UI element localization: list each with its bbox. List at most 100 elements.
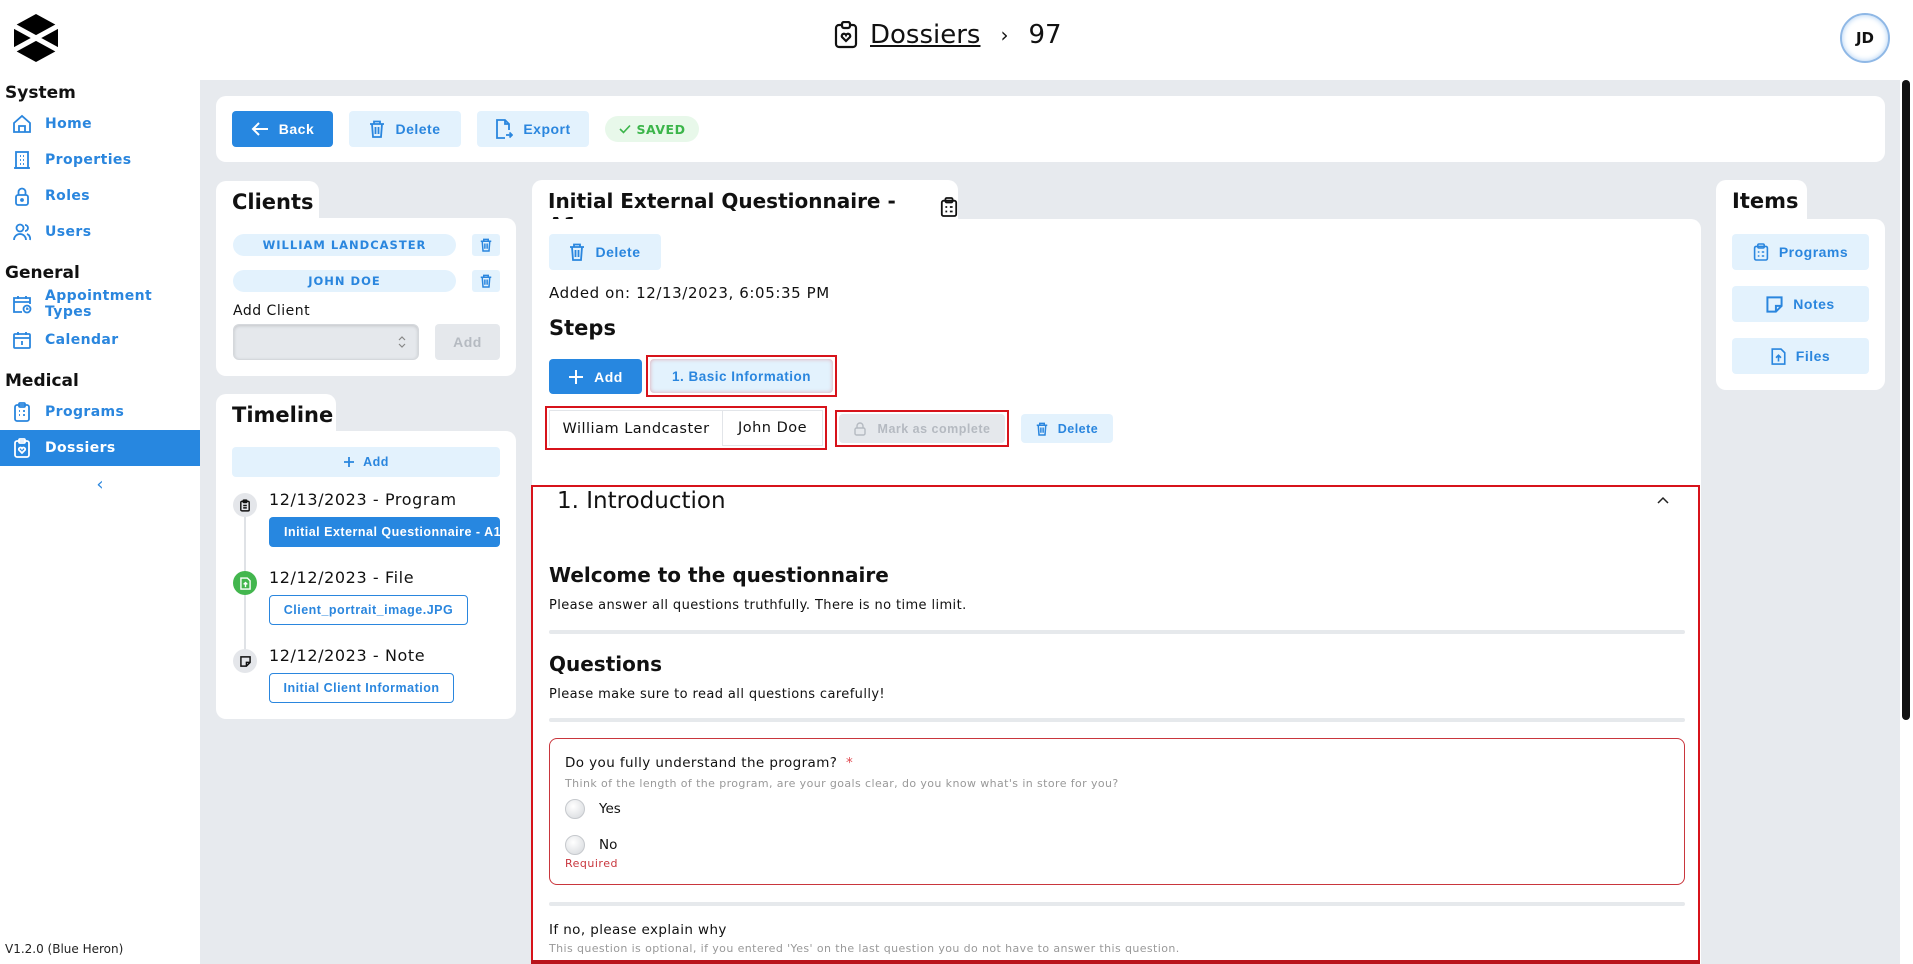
clients-title: Clients <box>216 181 319 223</box>
scrollbar-thumb[interactable] <box>1902 80 1910 720</box>
trash-icon <box>1036 422 1048 436</box>
sidebar-item-users[interactable]: Users <box>0 214 200 250</box>
client-tabs: William Landcaster John Doe <box>549 410 823 446</box>
client-chip[interactable]: WILLIAM LANDCASTER <box>233 234 456 256</box>
delete-step-button[interactable]: Delete <box>1021 414 1113 443</box>
breadcrumb-dossiers-link[interactable]: Dossiers <box>870 20 980 50</box>
sidebar-item-label: Properties <box>45 152 132 168</box>
delete-label: Delete <box>1057 421 1099 436</box>
sidebar-item-home[interactable]: Home <box>0 106 200 142</box>
sidebar-item-calendar[interactable]: Calendar <box>0 322 200 358</box>
sidebar-item-label: Calendar <box>45 332 119 348</box>
client-chip[interactable]: JOHN DOE <box>233 270 456 292</box>
file-upload-icon <box>239 576 251 590</box>
clipboard-list-icon <box>239 498 251 512</box>
radio-button[interactable] <box>565 835 585 855</box>
items-programs-button[interactable]: Programs <box>1732 234 1869 270</box>
export-button[interactable]: Export <box>477 111 589 147</box>
client-select[interactable] <box>233 324 419 360</box>
sidebar-item-dossiers[interactable]: Dossiers <box>0 430 200 466</box>
radio-option-yes[interactable]: Yes <box>565 799 621 819</box>
calendar-icon <box>12 330 32 350</box>
plus-icon <box>568 369 584 385</box>
arrow-left-icon <box>251 121 269 137</box>
block-heading: Questions <box>549 652 663 676</box>
steps-title: Steps <box>549 316 616 340</box>
remove-client-button[interactable] <box>472 270 500 292</box>
add-step-button[interactable]: Add <box>549 359 642 394</box>
sidebar-section-general: General <box>5 263 80 283</box>
block-heading: Welcome to the questionnaire <box>549 563 889 587</box>
collapse-sidebar-button[interactable]: ‹ <box>0 474 200 495</box>
mark-as-complete-button[interactable]: Mark as complete <box>839 414 1005 443</box>
home-icon <box>12 114 32 134</box>
back-button[interactable]: Back <box>232 111 333 147</box>
question-hint: Think of the length of the program, are … <box>565 777 1119 790</box>
timeline-entry-icon <box>233 649 257 673</box>
program-tab: Initial External Questionnaire - A1 <box>532 180 958 237</box>
sidebar-item-label: Programs <box>45 404 125 420</box>
lock-icon <box>853 421 866 436</box>
clipboard-list-icon <box>1753 242 1769 262</box>
breadcrumb: Dossiers › 97 <box>834 20 1062 50</box>
add-client-label: Add Client <box>233 303 311 319</box>
sidebar-section-system: System <box>5 83 76 103</box>
section-highlight-bottom <box>531 960 1700 964</box>
add-client-button[interactable]: Add <box>435 324 500 360</box>
question-label-text: Do you fully understand the program? <box>565 755 838 771</box>
back-label: Back <box>278 121 315 137</box>
sidebar: System Home Properties Roles Users Gener… <box>0 80 200 964</box>
sidebar-item-programs[interactable]: Programs <box>0 394 200 430</box>
clipboard-heart-icon <box>12 438 32 458</box>
timeline-add-button[interactable]: Add <box>232 447 500 477</box>
sidebar-item-appointment-types[interactable]: Appointment Types <box>0 286 200 322</box>
divider <box>549 630 1685 634</box>
step-tab-basic-information[interactable]: 1. Basic Information <box>650 359 833 393</box>
required-asterisk: * <box>846 755 854 771</box>
radio-option-no[interactable]: No <box>565 835 617 855</box>
radio-button[interactable] <box>565 799 585 819</box>
sidebar-section-medical: Medical <box>5 371 79 391</box>
sidebar-item-label: Home <box>45 116 93 132</box>
block-text: Please make sure to read all questions c… <box>549 687 886 702</box>
sidebar-item-label: Appointment Types <box>45 288 153 320</box>
validation-error: Required <box>565 857 618 870</box>
section-highlight-box <box>531 485 1700 964</box>
timeline-add-label: Add <box>363 455 389 469</box>
delete-dossier-button[interactable]: Delete <box>349 111 461 147</box>
sticky-note-icon <box>1766 295 1783 313</box>
page-scrollbar[interactable] <box>1900 80 1913 964</box>
sidebar-item-roles[interactable]: Roles <box>0 178 200 214</box>
check-icon <box>618 124 631 134</box>
timeline-title: Timeline <box>216 394 336 436</box>
items-button-label: Notes <box>1793 296 1835 312</box>
client-tab-john-doe[interactable]: John Doe <box>723 411 822 446</box>
timeline-entry-program-button[interactable]: Initial External Questionnaire - A1 <box>269 517 500 547</box>
sidebar-item-properties[interactable]: Properties <box>0 142 200 178</box>
section-title[interactable]: 1. Introduction <box>557 488 726 514</box>
timeline-entry-file-button[interactable]: Client_portrait_image.JPG <box>269 595 468 625</box>
lock-icon <box>12 186 32 206</box>
items-notes-button[interactable]: Notes <box>1732 286 1869 322</box>
delete-program-button[interactable]: Delete <box>549 234 661 270</box>
items-files-button[interactable]: Files <box>1732 338 1869 374</box>
saved-status-badge: SAVED <box>605 116 699 142</box>
sidebar-item-label: Dossiers <box>45 440 116 456</box>
timeline-entry-note-button[interactable]: Initial Client Information <box>269 673 454 703</box>
export-label: Export <box>523 121 571 137</box>
user-avatar[interactable]: JD <box>1840 13 1890 63</box>
client-tab-william-landcaster[interactable]: William Landcaster <box>550 411 723 446</box>
sidebar-item-label: Users <box>45 224 92 240</box>
breadcrumb-current: 97 <box>1028 20 1062 50</box>
trash-icon <box>569 243 585 261</box>
items-title: Items <box>1716 180 1807 224</box>
timeline-entry-icon <box>233 493 257 517</box>
mark-complete-label: Mark as complete <box>877 421 991 436</box>
program-added-on: Added on: 12/13/2023, 6:05:35 PM <box>549 284 830 302</box>
app-logo[interactable] <box>14 14 58 62</box>
chevron-up-icon[interactable] <box>1657 496 1669 504</box>
remove-client-button[interactable] <box>472 234 500 256</box>
question-label: If no, please explain why <box>549 922 727 938</box>
timeline-entry-date: 12/12/2023 - File <box>269 568 415 587</box>
divider <box>549 902 1685 906</box>
